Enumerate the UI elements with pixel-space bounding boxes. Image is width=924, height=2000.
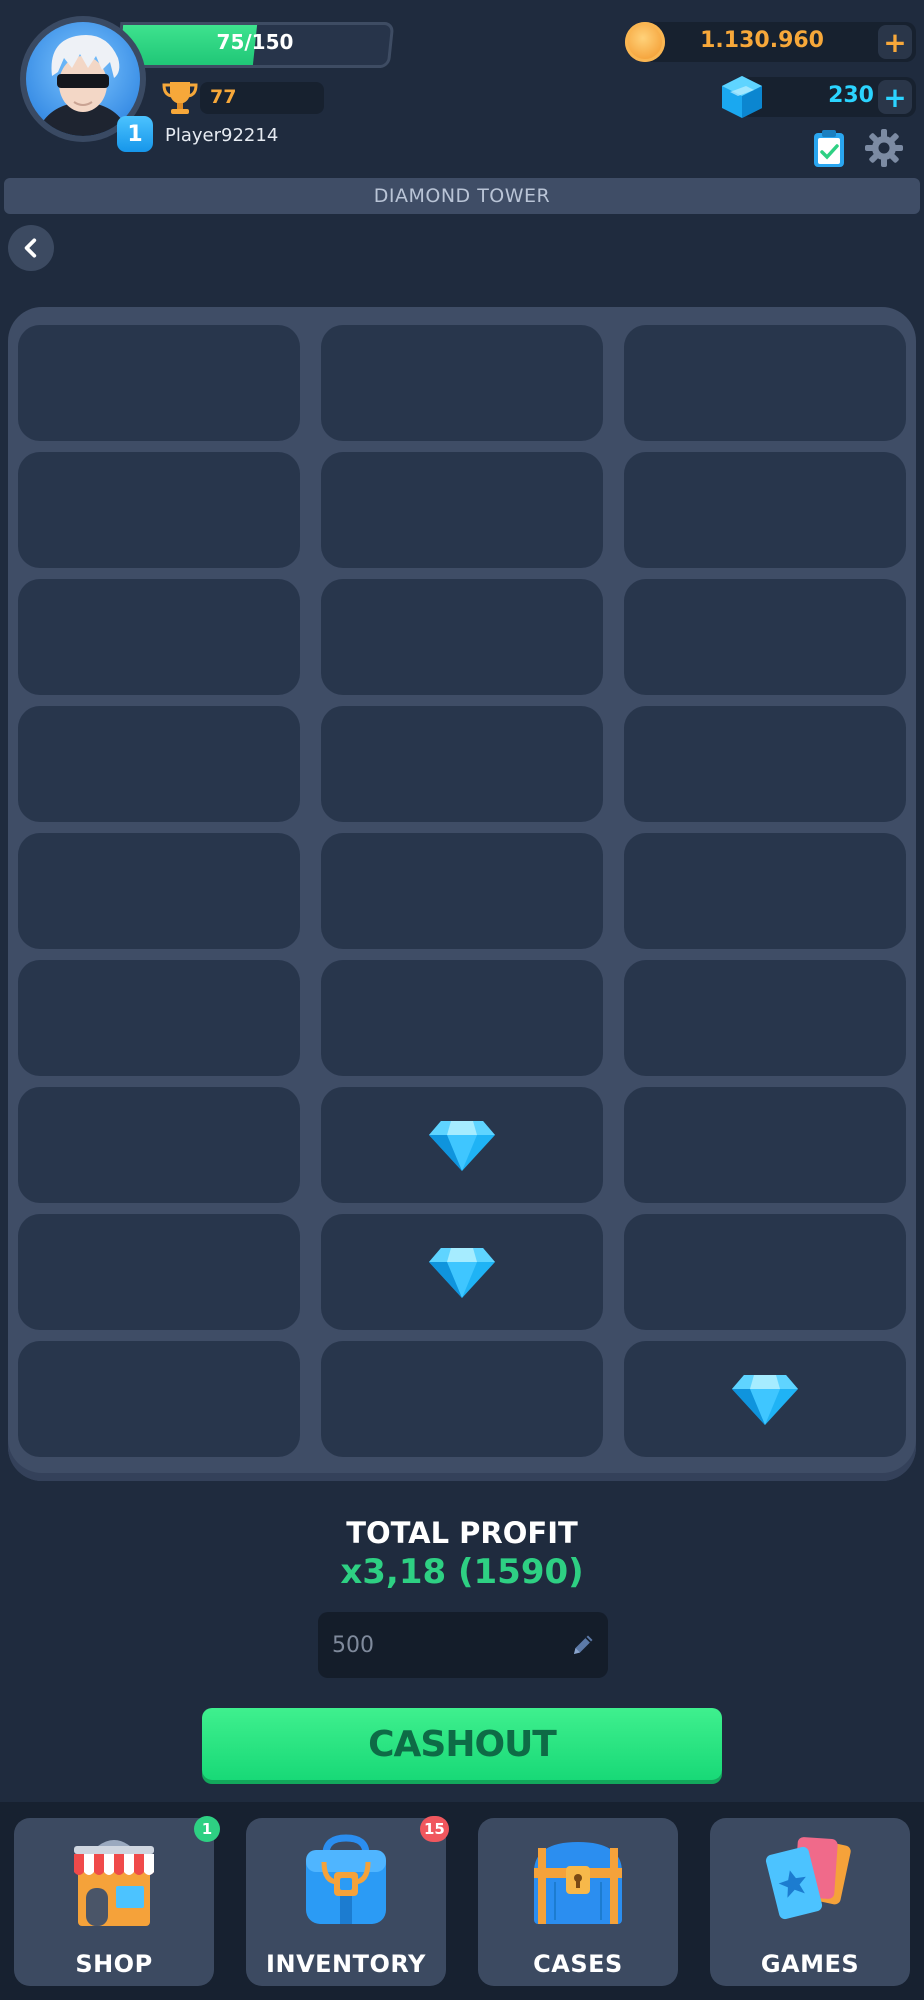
tower-board	[8, 307, 916, 1481]
tower-cell-r6-c1[interactable]	[18, 960, 300, 1076]
backpack-icon	[306, 1834, 386, 1924]
back-button[interactable]	[8, 225, 54, 271]
tower-cell-r7-c3[interactable]	[624, 1087, 906, 1203]
cashout-button[interactable]: CASHOUT	[202, 1708, 722, 1780]
chest-icon	[534, 1842, 622, 1924]
clipboard-check-icon[interactable]	[812, 128, 846, 168]
tower-cell-r1-c2[interactable]	[321, 325, 603, 441]
nav-games[interactable]: GAMES	[710, 1818, 910, 1986]
tower-cell-r7-c1[interactable]	[18, 1087, 300, 1203]
chevron-left-icon	[24, 238, 37, 258]
coin-balance: 1.130.960	[700, 28, 824, 53]
nav-cases-label: CASES	[533, 1950, 623, 1978]
gem-cube-icon	[722, 76, 762, 118]
nav-cases[interactable]: CASES	[478, 1818, 678, 1986]
tower-cell-r3-c2[interactable]	[321, 579, 603, 695]
bet-amount-input[interactable]	[318, 1612, 608, 1678]
level-badge: 1	[117, 116, 153, 152]
xp-text: 75/150	[216, 30, 294, 54]
tower-cell-r4-c3[interactable]	[624, 706, 906, 822]
player-name: Player92214	[165, 125, 279, 146]
tower-cell-r5-c2[interactable]	[321, 833, 603, 949]
add-coins-button[interactable]: +	[878, 25, 912, 59]
tower-cell-r8-c3[interactable]	[624, 1214, 906, 1330]
trophy-icon	[162, 82, 198, 114]
gem-balance: 230	[828, 83, 874, 108]
tower-cell-r4-c1[interactable]	[18, 706, 300, 822]
game-title: DIAMOND TOWER	[373, 185, 551, 207]
tower-cell-r9-c1[interactable]	[18, 1341, 300, 1457]
tower-cell-r5-c1[interactable]	[18, 833, 300, 949]
tower-cell-r5-c3[interactable]	[624, 833, 906, 949]
tower-cell-r9-c3[interactable]	[624, 1341, 906, 1457]
settings-gear-icon[interactable]	[864, 128, 904, 168]
tower-cell-r1-c3[interactable]	[624, 325, 906, 441]
shop-icon	[74, 1840, 154, 1926]
nav-inventory-label: INVENTORY	[266, 1950, 426, 1978]
tower-cell-r6-c2[interactable]	[321, 960, 603, 1076]
game-title-bar: DIAMOND TOWER	[4, 178, 920, 214]
diamond-icon	[732, 1375, 798, 1425]
tower-cell-r8-c1[interactable]	[18, 1214, 300, 1330]
total-profit-label: TOTAL PROFIT	[346, 1516, 578, 1550]
inventory-badge: 15	[420, 1816, 449, 1842]
tower-cell-r6-c3[interactable]	[624, 960, 906, 1076]
pencil-edit-icon[interactable]	[570, 1632, 596, 1658]
total-profit-value: x3,18 (1590)	[340, 1552, 584, 1592]
tower-cell-r9-c2[interactable]	[321, 1341, 603, 1457]
tower-cell-r8-c2[interactable]	[321, 1214, 603, 1330]
trophy-count: 77	[210, 86, 237, 108]
tower-cell-r2-c3[interactable]	[624, 452, 906, 568]
diamond-icon	[429, 1121, 495, 1171]
tower-cell-r2-c1[interactable]	[18, 452, 300, 568]
tower-cell-r3-c1[interactable]	[18, 579, 300, 695]
tower-cell-r4-c2[interactable]	[321, 706, 603, 822]
cards-icon	[765, 1837, 851, 1920]
shop-badge: 1	[194, 1816, 220, 1842]
nav-shop[interactable]: 1 SHOP	[14, 1816, 220, 1986]
tower-cell-r2-c2[interactable]	[321, 452, 603, 568]
nav-games-label: GAMES	[760, 1950, 860, 1978]
coin-icon	[625, 22, 665, 62]
add-gems-button[interactable]: +	[878, 80, 912, 114]
tower-cell-r1-c1[interactable]	[18, 325, 300, 441]
tower-cell-r7-c2[interactable]	[321, 1087, 603, 1203]
tower-cell-r3-c3[interactable]	[624, 579, 906, 695]
nav-shop-label: SHOP	[75, 1950, 153, 1978]
nav-inventory[interactable]: 15 INVENTORY	[246, 1816, 449, 1986]
diamond-icon	[429, 1248, 495, 1298]
